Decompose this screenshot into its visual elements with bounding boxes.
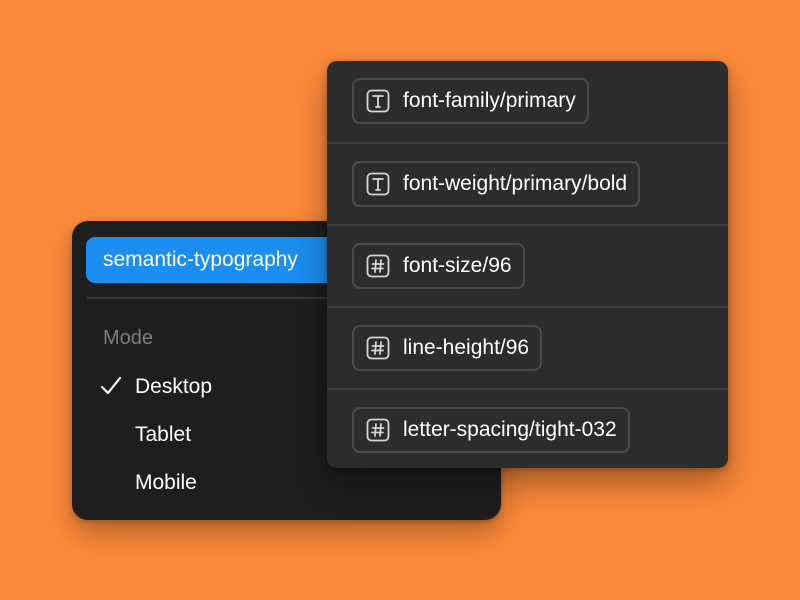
variable-chip[interactable]: line-height/96: [352, 325, 543, 371]
variable-row[interactable]: font-size/96: [327, 224, 728, 306]
variable-name: font-weight/primary/bold: [403, 172, 628, 195]
variable-chip[interactable]: font-family/primary: [352, 78, 589, 124]
check-icon: [100, 376, 122, 395]
variables-panel: font-family/primary font-weight/primary/…: [327, 61, 728, 468]
collection-name-selected[interactable]: semantic-typography: [86, 237, 346, 283]
variable-name: letter-spacing/tight-032: [403, 418, 617, 441]
mode-item-desktop[interactable]: Desktop: [135, 375, 212, 399]
variable-row[interactable]: font-family/primary: [327, 61, 728, 143]
variable-name: line-height/96: [403, 336, 530, 359]
variable-chip[interactable]: font-weight/primary/bold: [352, 161, 641, 207]
text-type-icon: [366, 89, 390, 113]
variable-chip[interactable]: font-size/96: [352, 243, 525, 289]
mode-heading: Mode: [103, 327, 154, 349]
variable-name: font-family/primary: [403, 89, 576, 112]
number-type-icon: [366, 254, 390, 278]
variable-row[interactable]: line-height/96: [327, 306, 728, 388]
text-type-icon: [366, 172, 390, 196]
variable-chip[interactable]: letter-spacing/tight-032: [352, 407, 630, 453]
variable-row[interactable]: letter-spacing/tight-032: [327, 388, 728, 468]
mode-item-tablet[interactable]: Tablet: [135, 423, 191, 447]
number-type-icon: [366, 336, 390, 360]
variable-name: font-size/96: [403, 254, 512, 277]
variable-row[interactable]: font-weight/primary/bold: [327, 142, 728, 224]
mode-item-mobile[interactable]: Mobile: [135, 471, 197, 495]
number-type-icon: [366, 418, 390, 442]
